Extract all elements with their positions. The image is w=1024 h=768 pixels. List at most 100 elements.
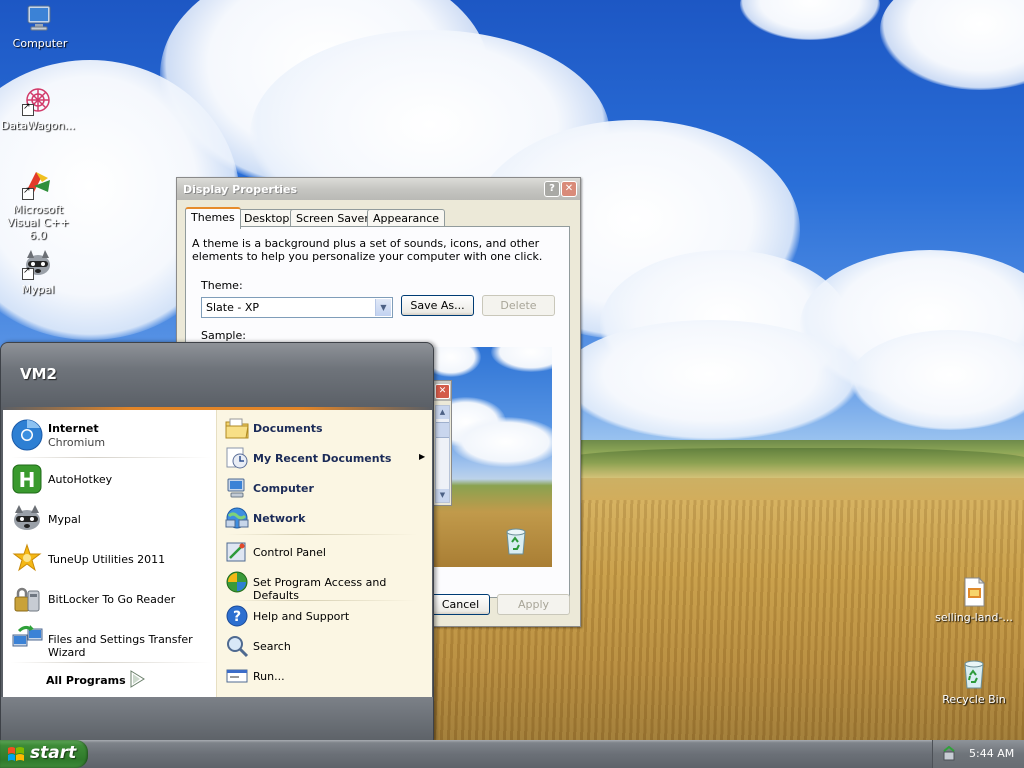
start-item-documents[interactable]: Documents	[223, 414, 428, 442]
clock[interactable]: 5:44 AM	[969, 747, 1014, 760]
desktop-icon-computer[interactable]: Computer	[0, 2, 80, 50]
separator	[227, 534, 417, 535]
system-tray: 5:44 AM	[932, 740, 1024, 768]
sample-label: Sample:	[201, 329, 246, 342]
start-menu: VM2 Internet Chromium H AutoHotkey Mypal	[0, 342, 434, 742]
start-item-label: Search	[253, 640, 291, 653]
start-item-title: TuneUp Utilities 2011	[48, 553, 166, 566]
start-item-program-access[interactable]: Set Program Access and Defaults	[223, 568, 428, 602]
start-item-label: Documents	[253, 422, 323, 435]
save-as-button[interactable]: Save As...	[401, 295, 474, 316]
separator	[11, 662, 211, 663]
theme-dropdown-value: Slate - XP	[206, 301, 259, 314]
theme-dropdown[interactable]: Slate - XP ▼	[201, 297, 393, 318]
theme-label: Theme:	[201, 279, 243, 292]
search-icon	[225, 634, 249, 658]
start-label: start	[30, 743, 77, 763]
cancel-button[interactable]: Cancel	[431, 594, 490, 615]
start-item-computer[interactable]: Computer	[223, 474, 428, 502]
desktop-icon-visual-cpp[interactable]: Microsoft Visual C++ 6.0	[0, 168, 78, 242]
start-item-mypal[interactable]: Mypal	[9, 502, 214, 536]
close-button[interactable]: ✕	[561, 181, 577, 197]
window-title: Display Properties	[183, 183, 298, 196]
desktop-icon-label: selling-land-...	[935, 611, 1013, 624]
svg-text:H: H	[19, 468, 36, 492]
close-icon: ✕	[435, 384, 450, 399]
windows-logo-icon	[7, 746, 25, 762]
transfer-wizard-icon	[11, 623, 43, 655]
start-item-control-panel[interactable]: Control Panel	[223, 538, 428, 566]
control-panel-icon	[225, 540, 249, 564]
start-item-label: Control Panel	[253, 546, 326, 559]
close-icon: ✕	[564, 183, 574, 194]
autohotkey-icon: H	[11, 463, 43, 495]
all-programs-button[interactable]: All Programs	[46, 674, 126, 687]
desktop-icon-recycle-bin[interactable]: Recycle Bin	[934, 658, 1014, 706]
recent-documents-icon	[225, 446, 249, 470]
start-item-network[interactable]: Network	[223, 504, 428, 532]
start-item-label: Network	[253, 512, 306, 525]
recycle-bin-icon	[958, 658, 990, 690]
start-menu-programs-pane: Internet Chromium H AutoHotkey Mypal Tun…	[3, 410, 216, 697]
start-menu-header: VM2	[1, 343, 433, 407]
desktop-icon-label: DataWagon...	[0, 119, 76, 132]
html-document-icon	[958, 576, 990, 608]
start-item-label: Run...	[253, 670, 285, 683]
start-item-internet[interactable]: Internet Chromium	[9, 418, 214, 452]
theme-description: A theme is a background plus a set of so…	[192, 237, 543, 263]
chevron-down-icon[interactable]: ▼	[375, 299, 391, 316]
start-item-autohotkey[interactable]: H AutoHotkey	[9, 462, 214, 496]
scrollbar: ▲ ▼	[435, 405, 450, 503]
safely-remove-hardware-icon[interactable]	[941, 745, 957, 762]
desktop-icon-mypal[interactable]: Mypal	[0, 248, 78, 296]
help-button[interactable]: ?	[544, 181, 560, 197]
tab-themes[interactable]: Themes	[185, 207, 241, 229]
start-item-help[interactable]: ? Help and Support	[223, 602, 428, 630]
computer-icon	[225, 476, 249, 500]
start-item-title: AutoHotkey	[48, 473, 113, 486]
start-menu-places-pane: Documents My Recent Documents ▶ Computer…	[216, 410, 432, 697]
start-button[interactable]: start	[0, 740, 88, 768]
desktop-icon-selling-land[interactable]: selling-land-...	[934, 576, 1014, 624]
desktop-icon-label: Recycle Bin	[942, 693, 1006, 706]
tab-desktop[interactable]: Desktop	[238, 209, 296, 227]
desktop-icon-label: Microsoft Visual C++ 6.0	[6, 203, 70, 242]
window-title-bar[interactable]: Display Properties ? ✕	[177, 178, 580, 200]
start-item-tuneup[interactable]: TuneUp Utilities 2011	[9, 542, 214, 576]
arrow-right-icon[interactable]	[129, 670, 145, 688]
delete-button[interactable]: Delete	[482, 295, 555, 316]
visual-cpp-icon	[22, 168, 54, 200]
start-item-title: Internet	[48, 422, 99, 435]
datawagon-icon	[22, 84, 54, 116]
computer-icon	[24, 2, 56, 34]
program-access-icon	[225, 570, 249, 594]
help-icon: ?	[549, 183, 555, 194]
sample-window-preview: ✕ ▲ ▼	[432, 380, 452, 506]
desktop-icon-datawagon[interactable]: DataWagon...	[0, 84, 78, 132]
separator	[11, 457, 211, 458]
start-menu-footer	[1, 697, 433, 741]
start-item-run[interactable]: Run...	[223, 662, 428, 690]
svg-text:?: ?	[233, 609, 241, 625]
start-item-recent-documents[interactable]: My Recent Documents ▶	[223, 444, 428, 472]
tab-appearance[interactable]: Appearance	[367, 209, 446, 227]
start-item-label: My Recent Documents	[253, 452, 392, 465]
mypal-raccoon-icon	[22, 248, 54, 280]
user-name: VM2	[20, 365, 57, 383]
desktop-icon-label: Computer	[12, 37, 68, 50]
start-item-label: Set Program Access and Defaults	[253, 576, 387, 602]
chromium-icon	[11, 419, 43, 451]
start-item-bitlocker[interactable]: BitLocker To Go Reader	[9, 582, 214, 616]
start-item-search[interactable]: Search	[223, 632, 428, 660]
bitlocker-icon	[11, 583, 43, 615]
apply-button[interactable]: Apply	[497, 594, 570, 615]
tab-screen-saver[interactable]: Screen Saver	[290, 209, 375, 227]
start-item-label: Computer	[253, 482, 314, 495]
taskbar: start 5:44 AM	[0, 740, 1024, 768]
chevron-right-icon: ▶	[419, 452, 426, 461]
start-item-transfer-wizard[interactable]: Files and Settings Transfer Wizard	[9, 622, 214, 659]
help-icon: ?	[225, 604, 249, 628]
chevron-down-icon: ▼	[436, 489, 449, 502]
start-item-label: Help and Support	[253, 610, 350, 623]
desktop-icon-label: Mypal	[21, 283, 55, 296]
